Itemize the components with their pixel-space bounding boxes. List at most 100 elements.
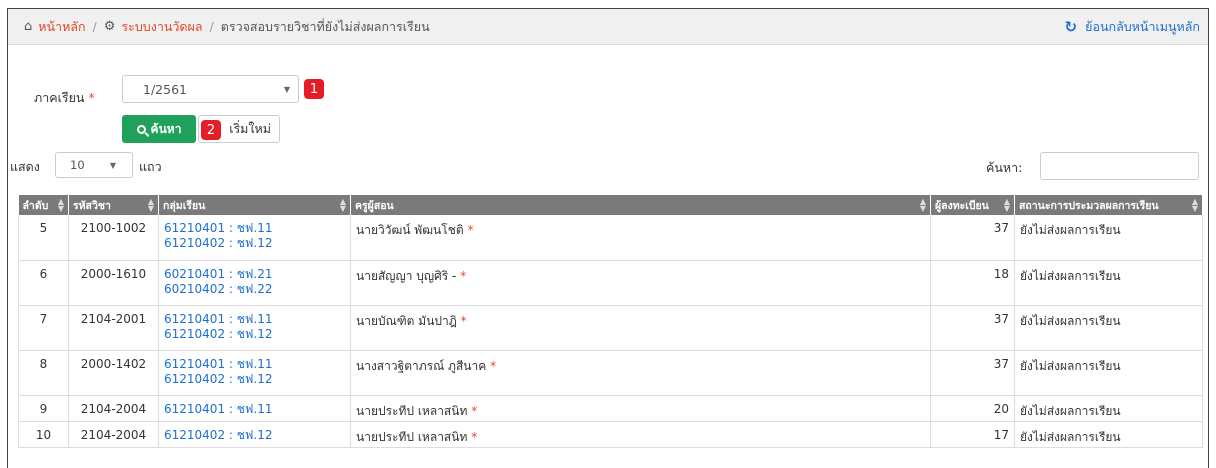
required-mark: *	[467, 223, 474, 237]
back-to-menu-label: ย้อนกลับหน้าเมนูหลัก	[1085, 19, 1200, 34]
chevron-down-icon: ▼	[109, 161, 116, 170]
cell-code-link[interactable]: 2000-1402	[68, 350, 159, 396]
reset-button-label: เริ่มใหม่	[229, 121, 271, 136]
cell-status: ยังไม่ส่งผลการเรียน	[1014, 215, 1203, 261]
cell-status: ยังไม่ส่งผลการเรียน	[1014, 395, 1203, 422]
breadcrumb: ⌂ หน้าหลัก / ⚙ ระบบงานวัดผล / ตรวจสอบราย…	[8, 9, 1208, 45]
required-mark: *	[471, 429, 478, 444]
table-search-label: ค้นหา:	[986, 160, 1023, 175]
cell-code-link[interactable]: 2000-1610	[68, 260, 159, 306]
breadcrumb-current: ตรวจสอบรายวิชาที่ยังไม่ส่งผลการเรียน	[220, 18, 430, 34]
group-link[interactable]: 60210401 : ชฟ.21	[164, 267, 345, 282]
required-mark: *	[490, 358, 497, 373]
column-header-group[interactable]: กลุ่มเรียน ▲ ▼	[158, 195, 351, 215]
cell-no: 8	[18, 350, 69, 396]
cell-status: ยังไม่ส่งผลการเรียน	[1014, 305, 1203, 351]
group-link[interactable]: 61210402 : ชฟ.12	[164, 372, 345, 387]
column-header-status[interactable]: สถานะการประมวลผลการเรียน ▲ ▼	[1014, 195, 1203, 215]
show-entries-label: แสดง	[10, 159, 40, 174]
home-icon[interactable]: ⌂	[24, 19, 32, 34]
cell-count: 37	[930, 350, 1015, 396]
cell-teacher: นายวิวัฒน์ พัฒนโชติ *	[350, 215, 931, 261]
cell-count: 18	[930, 260, 1015, 306]
search-icon	[136, 124, 146, 134]
cell-groups: 60210401 : ชฟ.21 60210402 : ชฟ.22	[158, 260, 351, 306]
sort-icon: ▲ ▼	[919, 197, 926, 213]
column-header-teacher[interactable]: ครูผู้สอน ▲ ▼	[350, 195, 931, 215]
group-link[interactable]: 61210401 : ชฟ.11	[164, 402, 345, 417]
sort-icon: ▲ ▼	[147, 197, 154, 213]
group-link[interactable]: 61210401 : ชฟ.11	[164, 312, 345, 327]
cell-count: 37	[930, 305, 1015, 351]
step-badge-1: 1	[304, 79, 324, 99]
breadcrumb-separator: /	[92, 19, 97, 34]
cell-code-link[interactable]: 2104-2001	[68, 305, 159, 351]
cell-no: 7	[18, 305, 69, 351]
cell-teacher: นายสัญญา บุญศิริ - *	[350, 260, 931, 306]
breadcrumb-section-link[interactable]: ระบบงานวัดผล	[121, 17, 202, 37]
semester-select[interactable]: 1/2561 ▼	[122, 75, 299, 103]
semester-select-value: 1/2561	[143, 81, 187, 97]
group-link[interactable]: 61210402 : ชฟ.12	[164, 428, 345, 443]
cell-no: 10	[18, 421, 69, 448]
group-link[interactable]: 61210401 : ชฟ.11	[164, 221, 345, 236]
cell-teacher: นายประทีป เหลาสนิท *	[350, 395, 931, 422]
cell-count: 37	[930, 215, 1015, 261]
breadcrumb-separator: /	[209, 19, 214, 34]
required-mark: *	[460, 313, 467, 328]
cell-teacher: นายประทีป เหลาสนิท *	[350, 421, 931, 448]
column-header-no[interactable]: ลำดับ ▲ ▼	[18, 195, 69, 215]
cell-code-link[interactable]: 2104-2004	[68, 421, 159, 448]
page-size-select[interactable]: 10 ▼	[55, 152, 133, 178]
cell-status: ยังไม่ส่งผลการเรียน	[1014, 421, 1203, 448]
results-table: ลำดับ ▲ ▼ รหัสวิชา ▲ ▼ กลุ่มเรียน ▲ ▼ ครูผู้สอ…	[18, 195, 1203, 448]
cell-teacher: นายบัณฑิต มันปาฎิ *	[350, 305, 931, 351]
cell-code-link[interactable]: 2100-1002	[68, 215, 159, 261]
required-mark: *	[471, 403, 478, 418]
chevron-down-icon: ▼	[283, 85, 290, 94]
cell-code-link[interactable]: 2104-2004	[68, 395, 159, 422]
cell-groups: 61210401 : ชฟ.11 61210402 : ชฟ.12	[158, 305, 351, 351]
sort-icon: ▲ ▼	[1003, 197, 1010, 213]
page-size-value: 10	[70, 158, 85, 172]
table-row: 10 2104-2004 61210402 : ชฟ.12 นายประทีป …	[18, 421, 1203, 448]
table-search-input[interactable]	[1040, 152, 1199, 180]
rows-label: แถว	[139, 159, 162, 174]
back-to-menu-link[interactable]: ↻ ย้อนกลับหน้าเมนูหลัก	[1065, 9, 1200, 45]
table-row: 9 2104-2004 61210401 : ชฟ.11 นายประทีป เ…	[18, 395, 1203, 422]
frame-left-border	[7, 8, 8, 468]
step-badge-2: 2	[201, 120, 221, 140]
cell-groups: 61210401 : ชฟ.11	[158, 395, 351, 422]
cell-groups: 61210401 : ชฟ.11 61210402 : ชฟ.12	[158, 350, 351, 396]
cell-no: 5	[18, 215, 69, 261]
page-frame: ⌂ หน้าหลัก / ⚙ ระบบงานวัดผล / ตรวจสอบราย…	[0, 0, 1216, 468]
cell-status: ยังไม่ส่งผลการเรียน	[1014, 260, 1203, 306]
cell-teacher: นางสาวฐิตาภรณ์ ภูสีนาค *	[350, 350, 931, 396]
breadcrumb-home-link[interactable]: หน้าหลัก	[38, 17, 85, 37]
sort-icon: ▲ ▼	[339, 197, 346, 213]
cell-no: 9	[18, 395, 69, 422]
cell-count: 20	[930, 395, 1015, 422]
table-row: 5 2100-1002 61210401 : ชฟ.11 61210402 : …	[18, 215, 1203, 261]
group-link[interactable]: 60210402 : ชฟ.22	[164, 282, 345, 297]
cell-groups: 61210402 : ชฟ.12	[158, 421, 351, 448]
table-row: 6 2000-1610 60210401 : ชฟ.21 60210402 : …	[18, 260, 1203, 306]
required-mark: *	[88, 90, 95, 105]
group-link[interactable]: 61210401 : ชฟ.11	[164, 357, 345, 372]
column-header-count[interactable]: ผู้ลงทะเบียน ▲ ▼	[930, 195, 1015, 215]
search-button[interactable]: ค้นหา	[122, 115, 196, 143]
gear-icon: ⚙	[103, 19, 116, 34]
required-mark: *	[460, 268, 467, 283]
semester-label: ภาคเรียน *	[34, 90, 95, 105]
sort-icon: ▲ ▼	[57, 197, 64, 213]
table-row: 8 2000-1402 61210401 : ชฟ.11 61210402 : …	[18, 350, 1203, 396]
cell-no: 6	[18, 260, 69, 306]
group-link[interactable]: 61210402 : ชฟ.12	[164, 236, 345, 251]
cell-status: ยังไม่ส่งผลการเรียน	[1014, 350, 1203, 396]
table-header-row: ลำดับ ▲ ▼ รหัสวิชา ▲ ▼ กลุ่มเรียน ▲ ▼ ครูผู้สอ…	[18, 195, 1203, 215]
column-header-code[interactable]: รหัสวิชา ▲ ▼	[68, 195, 159, 215]
cell-groups: 61210401 : ชฟ.11 61210402 : ชฟ.12	[158, 215, 351, 261]
refresh-icon: ↻	[1064, 18, 1078, 36]
table-row: 7 2104-2001 61210401 : ชฟ.11 61210402 : …	[18, 305, 1203, 351]
group-link[interactable]: 61210402 : ชฟ.12	[164, 327, 345, 342]
